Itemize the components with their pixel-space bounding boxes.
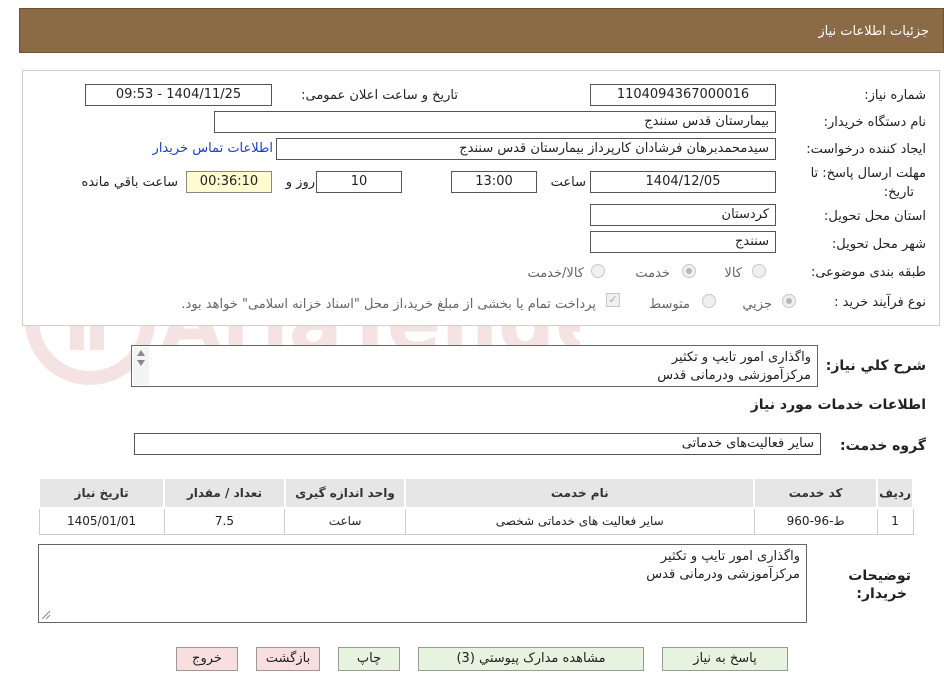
announce-label: تاریخ و ساعت اعلان عمومی: <box>301 88 458 103</box>
announce-datetime-field: 1404/11/25 - 09:53 <box>85 84 272 106</box>
cell-service-code: ط-96-960 <box>753 507 878 535</box>
services-table: ردیف کد خدمت نام خدمت واحد اندازه گیری ت… <box>37 477 914 535</box>
requester-field: سیدمحمدبرهان فرشادان کارپرداز بیمارستان … <box>276 138 776 160</box>
need-number-label: شماره نیاز: <box>864 88 926 103</box>
services-heading: اطلاعات خدمات مورد نیاز <box>750 397 926 413</box>
table-header-row: ردیف کد خدمت نام خدمت واحد اندازه گیری ت… <box>37 477 914 509</box>
col-unit: واحد اندازه گیری <box>283 477 407 509</box>
province-label: استان محل تحویل: <box>824 209 926 224</box>
col-service-code: کد خدمت <box>753 477 879 509</box>
page-title: جزئیات اطلاعات نیاز <box>818 24 929 39</box>
description-label: شرح کلي نياز: <box>825 358 926 374</box>
print-button[interactable]: چاپ <box>338 647 400 671</box>
description-scrollbar[interactable] <box>133 347 149 385</box>
col-service-name: نام خدمت <box>404 477 756 509</box>
category-option-service: خدمت <box>635 266 670 281</box>
deadline-label: مهلت ارسال پاسخ: تا <box>810 166 926 181</box>
days-label: روز و <box>285 175 315 190</box>
exit-button[interactable]: خروج <box>176 647 238 671</box>
need-number-field: 1104094367000016 <box>590 84 776 106</box>
cell-quantity: 7.5 <box>163 507 286 535</box>
table-row: 1 ط-96-960 سایر فعالیت های خدماتی شخصی س… <box>38 507 914 535</box>
scroll-arrows-icon <box>137 350 145 366</box>
buyer-notes-label-2: خریدار: <box>856 586 907 602</box>
buyer-contact-link[interactable]: اطلاعات تماس خریدار <box>153 141 273 156</box>
cell-row-number: 1 <box>876 507 914 535</box>
description-line-2: مرکزآموزشی ودرمانی قدس <box>657 368 811 383</box>
deadline-time-field: 13:00 <box>451 171 537 193</box>
payment-checkbox[interactable]: ✓ <box>606 293 620 307</box>
process-option-minor: جزیي <box>742 297 772 312</box>
remaining-time-field: 00:36:10 <box>186 171 272 193</box>
cell-unit: ساعت <box>284 507 406 535</box>
cell-service-name: سایر فعالیت های خدماتی شخصی <box>404 507 755 535</box>
process-radio-medium[interactable] <box>702 294 716 308</box>
page-header: جزئیات اطلاعات نیاز <box>19 8 944 53</box>
process-option-medium: متوسط <box>649 297 690 312</box>
col-need-date: تاریخ نیاز <box>37 477 166 509</box>
city-field: سنندج <box>590 231 776 253</box>
buyer-notes-line-1: واگذاری امور تایپ و تکثیر <box>660 549 800 564</box>
buyer-org-field: بیمارستان قدس سنندج <box>214 111 776 133</box>
remaining-label: ساعت باقي مانده <box>81 175 178 190</box>
deadline-time-label: ساعت <box>550 175 586 190</box>
payment-note: پرداخت تمام یا بخشی از مبلغ خرید،از محل … <box>181 297 596 312</box>
city-label: شهر محل تحویل: <box>831 237 926 252</box>
category-radio-goods-service[interactable] <box>591 264 605 278</box>
need-info-panel <box>22 70 940 326</box>
cell-need-date: 1405/01/01 <box>38 507 165 535</box>
buyer-notes-textarea[interactable]: واگذاری امور تایپ و تکثیر مرکزآموزشی ودر… <box>38 544 807 623</box>
category-radio-service[interactable] <box>682 264 696 278</box>
attachments-button[interactable]: مشاهده مدارک پیوستي (3) <box>418 647 644 671</box>
service-group-field: سایر فعالیت‌های خدماتی <box>134 433 821 455</box>
deadline-label-date: تاریخ: <box>883 185 914 200</box>
buyer-notes-line-2: مرکزآموزشی ودرمانی قدس <box>646 567 800 582</box>
service-group-label: گروه خدمت: <box>840 438 926 454</box>
category-radio-goods[interactable] <box>752 264 766 278</box>
description-line-1: واگذاری امور تایپ و تکثیر <box>671 350 811 365</box>
col-quantity: تعداد / مقدار <box>163 477 286 509</box>
requester-label: ایجاد کننده درخواست: <box>806 142 926 157</box>
deadline-date-field: 1404/12/05 <box>590 171 776 193</box>
province-field: کردستان <box>590 204 776 226</box>
buyer-notes-label: توضیحات <box>848 568 911 584</box>
process-radio-minor[interactable] <box>782 294 796 308</box>
category-label: طبقه بندی موضوعی: <box>810 265 926 280</box>
buyer-org-label: نام دستگاه خریدار: <box>823 115 926 130</box>
back-button[interactable]: بازگشت <box>256 647 320 671</box>
col-row-number: ردیف <box>876 477 914 509</box>
category-option-goods: کالا <box>724 266 742 281</box>
reply-button[interactable]: پاسخ به نیاز <box>662 647 788 671</box>
resize-grip-icon[interactable] <box>41 610 51 620</box>
category-option-goods-service: کالا/خدمت <box>527 266 584 281</box>
days-field: 10 <box>316 171 402 193</box>
description-textarea[interactable]: واگذاری امور تایپ و تکثیر مرکزآموزشی ودر… <box>131 345 818 387</box>
process-label: نوع فرآیند خرید : <box>834 295 926 310</box>
